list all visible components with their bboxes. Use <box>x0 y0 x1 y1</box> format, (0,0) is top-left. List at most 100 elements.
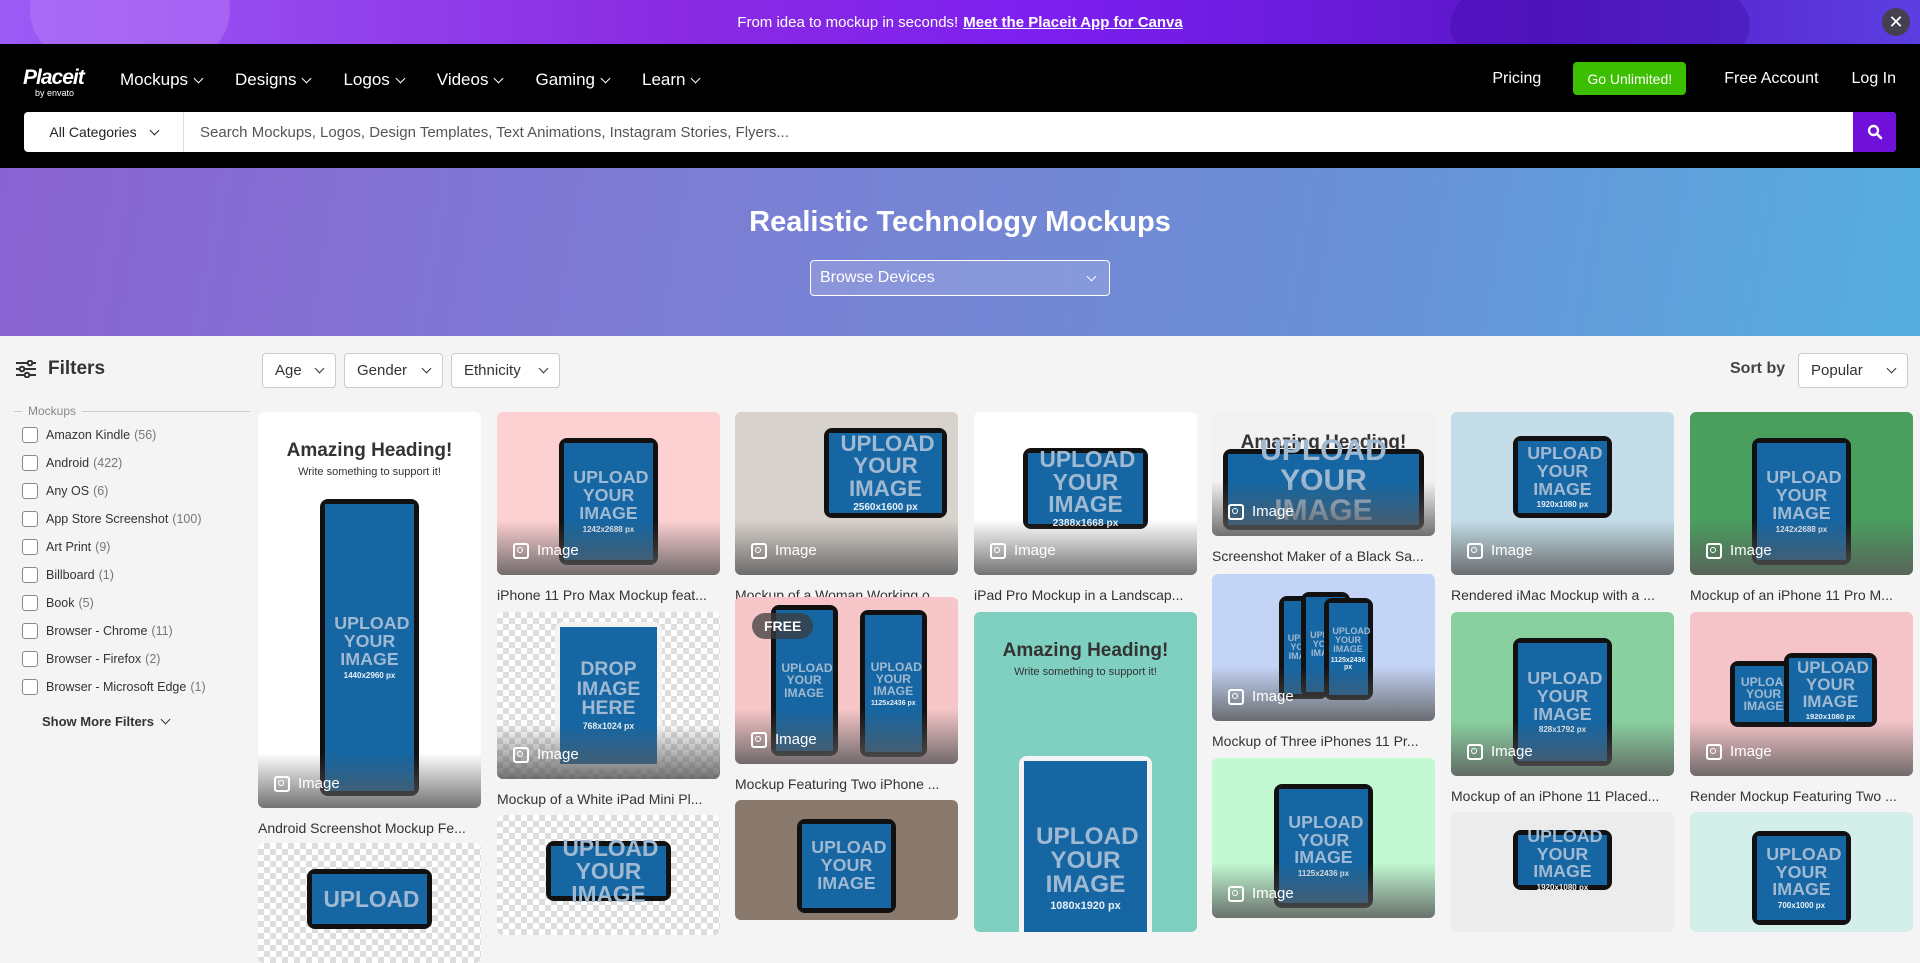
device-mockup: UPLOAD YOUR IMAGE2388x1668 px <box>1023 448 1148 530</box>
mockup-card[interactable]: UPLOAD YOUR IMAGE1242x2688 pxImage <box>497 412 720 575</box>
nav-item-videos[interactable]: Videos <box>437 70 504 90</box>
type-tag: Image <box>513 542 579 559</box>
checkbox[interactable] <box>22 623 38 639</box>
card-title[interactable]: Mockup of an iPhone 11 Pro M... <box>1690 587 1913 603</box>
mockup-card[interactable]: UPLOAD YOUR IMAGE UPLOAD YOUR IMAGE 1125x2… <box>735 597 958 764</box>
checkbox[interactable] <box>22 651 38 667</box>
checkbox[interactable] <box>22 567 38 583</box>
ethnicity-filter[interactable]: Ethnicity <box>451 353 560 388</box>
filter-item[interactable]: Art Print (9) <box>22 539 110 555</box>
filter-count: (5) <box>78 596 94 610</box>
checkbox[interactable] <box>22 595 38 611</box>
sort-dropdown[interactable]: Popular <box>1798 353 1908 388</box>
mockup-card[interactable]: UPLOAD YOUR IMAGE1125x2436 pxImage <box>1212 758 1435 918</box>
filter-item[interactable]: Amazon Kindle (56) <box>22 427 156 443</box>
show-more-filters[interactable]: Show More Filters <box>42 714 171 729</box>
filter-group-header: Mockups <box>14 404 250 418</box>
card-title[interactable]: iPhone 11 Pro Max Mockup feat... <box>497 587 720 603</box>
checkbox[interactable] <box>22 483 38 499</box>
mockup-card[interactable]: UPLOAD YOUR IMAGE 1920x1080 px Image <box>1451 412 1674 575</box>
type-label: Image <box>1491 542 1533 559</box>
type-tag: Image <box>1706 542 1772 559</box>
free-account-link[interactable]: Free Account <box>1724 70 1818 88</box>
device-mockup: UPLOAD <box>307 869 432 930</box>
nav-item-learn[interactable]: Learn <box>642 70 701 90</box>
card-title[interactable]: Mockup of Three iPhones 11 Pr... <box>1212 733 1435 749</box>
checkbox[interactable] <box>22 427 38 443</box>
card-title[interactable]: Screenshot Maker of a Black Sa... <box>1212 548 1435 564</box>
go-unlimited-button[interactable]: Go Unlimited! <box>1573 62 1687 95</box>
placeholder-dims: 1920x1080 px <box>1805 712 1856 722</box>
type-label: Image <box>775 542 817 559</box>
mockup-card[interactable]: UPLOAD <box>258 843 481 963</box>
checkbox[interactable] <box>22 679 38 695</box>
checkbox[interactable] <box>22 539 38 555</box>
banner-decoration <box>30 0 230 44</box>
nav-item-designs[interactable]: Designs <box>235 70 312 90</box>
banner-link[interactable]: Meet the Placeit App for Canva <box>963 14 1183 31</box>
filter-count: (100) <box>172 512 202 526</box>
image-icon <box>1228 688 1244 705</box>
mockup-card[interactable]: UPLOAD YOUR IMAGE UPLOAD YOUR IMAGE 1920x1… <box>1690 612 1913 776</box>
pricing-link[interactable]: Pricing <box>1492 70 1541 88</box>
checkbox[interactable] <box>22 455 38 471</box>
heading-sub: Write something to support it! <box>1014 666 1157 678</box>
checkbox[interactable] <box>22 511 38 527</box>
search-button[interactable] <box>1853 112 1896 152</box>
mockup-card[interactable]: Amazing Heading!Write something to suppo… <box>258 412 481 808</box>
mockup-card[interactable]: UPLOAD YOUR IMAGE <box>735 800 958 920</box>
top-nav: Placeit by envato Mockups Designs Logos Vid… <box>0 44 1920 168</box>
card-title[interactable]: Mockup Featuring Two iPhone ... <box>735 776 958 792</box>
age-filter[interactable]: Age <box>262 353 336 388</box>
mockup-card[interactable]: DROP IMAGE HERE768x1024 pxImage <box>497 612 720 779</box>
login-link[interactable]: Log In <box>1852 70 1896 88</box>
placeholder-text: UPLOAD YOUR IMAGE <box>1527 825 1603 882</box>
placeholder-text: UPLOAD <box>323 886 420 913</box>
close-icon[interactable]: ✕ <box>1882 8 1910 36</box>
mockup-card[interactable]: UPLOAD YOUR IMAGE 1920x1080 px <box>1451 812 1674 932</box>
card-title[interactable]: iPad Pro Mockup in a Landscap... <box>974 587 1197 603</box>
filter-item[interactable]: Book (5) <box>22 595 94 611</box>
search-input[interactable] <box>184 112 1853 152</box>
chevron-down-icon <box>314 363 325 374</box>
upload-placeholder: UPLOAD YOUR IMAGE2388x1668 px <box>1028 448 1143 529</box>
nav-item-logos[interactable]: Logos <box>343 70 406 90</box>
gender-filter[interactable]: Gender <box>344 353 443 388</box>
filter-item[interactable]: Any OS (6) <box>22 483 108 499</box>
device-mockup: UPLOAD YOUR IMAGE 2560x1600 px <box>824 428 947 518</box>
image-icon <box>513 542 529 559</box>
mockup-card[interactable]: UPLOAD YOUR IMAGE 2560x1600 px Image <box>735 412 958 575</box>
image-icon <box>274 775 290 792</box>
card-title[interactable]: Rendered iMac Mockup with a ... <box>1451 587 1674 603</box>
browse-devices-dropdown[interactable]: Browse Devices <box>810 260 1110 296</box>
filter-item[interactable]: Browser - Firefox (2) <box>22 651 160 667</box>
filter-item[interactable]: App Store Screenshot (100) <box>22 511 201 527</box>
filter-item[interactable]: Android (422) <box>22 455 122 471</box>
mockup-card[interactable]: Amazing Heading!Write something to suppo… <box>974 612 1197 932</box>
mockup-card[interactable]: UPLOAD YOUR IMAGEUPLOAD YOUR IMAGEUPLOAD… <box>1212 574 1435 721</box>
type-tag: Image <box>1467 542 1533 559</box>
mockup-card[interactable]: Amazing Heading!Write something to suppo… <box>1212 412 1435 536</box>
browse-label: Browse Devices <box>820 269 935 286</box>
mockup-card[interactable]: UPLOAD YOUR IMAGE828x1792 pxImage <box>1451 612 1674 776</box>
image-icon <box>1706 542 1722 559</box>
mockup-card[interactable]: UPLOAD YOUR IMAGE1242x2688 pxImage <box>1690 412 1913 575</box>
nav-item-mockups[interactable]: Mockups <box>120 70 204 90</box>
card-title[interactable]: Mockup of an iPhone 11 Placed... <box>1451 788 1674 804</box>
placeit-logo[interactable]: Placeit by envato <box>23 66 85 98</box>
mockup-card[interactable]: UPLOAD YOUR IMAGE2388x1668 px Image <box>974 412 1197 575</box>
category-select[interactable]: All Categories <box>24 112 184 152</box>
filter-item[interactable]: Browser - Microsoft Edge (1) <box>22 679 206 695</box>
card-title[interactable]: Android Screenshot Mockup Fe... <box>258 820 481 836</box>
card-title[interactable]: Render Mockup Featuring Two ... <box>1690 788 1913 804</box>
filter-item[interactable]: Billboard (1) <box>22 567 114 583</box>
nav-item-gaming[interactable]: Gaming <box>535 70 611 90</box>
mockup-card[interactable]: UPLOAD YOUR IMAGE 700x1000 px <box>1690 812 1913 932</box>
filters-heading[interactable]: Filters <box>16 358 105 380</box>
mockup-card[interactable]: UPLOAD YOUR IMAGE <box>497 815 720 935</box>
image-icon <box>1228 885 1244 902</box>
device-mockup: UPLOAD YOUR IMAGE <box>797 819 896 913</box>
placeholder-dims: 1920x1080 px <box>1536 883 1589 893</box>
card-title[interactable]: Mockup of a White iPad Mini Pl... <box>497 791 720 807</box>
filter-item[interactable]: Browser - Chrome (11) <box>22 623 173 639</box>
